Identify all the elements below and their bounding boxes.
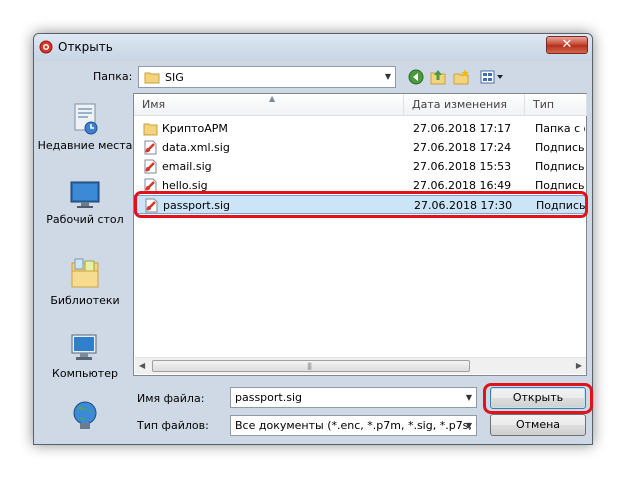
place-label: Недавние места xyxy=(37,139,133,152)
back-icon[interactable] xyxy=(408,69,424,85)
place-label: Компьютер xyxy=(52,367,118,380)
filename-input[interactable]: passport.sig ▼ xyxy=(230,387,477,408)
places-bar: Недавние места Рабочий стол Библиотеки К… xyxy=(37,94,133,442)
column-header-label: Имя xyxy=(142,98,166,111)
column-header-label: Тип xyxy=(533,98,555,111)
close-button[interactable]: ✕ xyxy=(546,36,588,54)
file-name: email.sig xyxy=(162,160,212,173)
network-icon xyxy=(73,401,97,429)
file-row[interactable]: data.xml.sig 27.06.2018 17:24 Подпись xyxy=(134,138,586,157)
column-header-date[interactable]: Дата изменения xyxy=(404,94,525,116)
new-folder-icon[interactable] xyxy=(453,69,469,85)
scroll-right-icon[interactable]: ▶ xyxy=(576,361,582,370)
horizontal-scrollbar[interactable]: ◀ ||| ▶ xyxy=(135,357,586,374)
signature-file-icon xyxy=(144,140,157,155)
file-row[interactable]: email.sig 27.06.2018 15:53 Подпись xyxy=(134,157,586,176)
folder-label: Папка: xyxy=(93,70,133,83)
folder-icon xyxy=(144,72,160,84)
place-libraries[interactable]: Библиотеки xyxy=(37,257,133,308)
sort-ascending-icon: ▲ xyxy=(269,94,276,103)
cancel-button[interactable]: Отмена xyxy=(490,414,586,436)
file-date: 27.06.2018 15:53 xyxy=(413,160,512,173)
place-computer[interactable]: Компьютер xyxy=(37,332,133,381)
libraries-icon xyxy=(71,258,99,288)
filename-label: Имя файла: xyxy=(137,392,205,405)
open-file-dialog: Открыть ✕ Папка: SIG ▼ Недавние места Ра… xyxy=(33,33,593,445)
folder-icon xyxy=(143,123,158,136)
computer-icon xyxy=(71,334,97,360)
place-label: Рабочий стол xyxy=(46,213,124,226)
desktop-icon xyxy=(70,181,100,208)
highlight-annotation xyxy=(134,191,588,218)
place-label: Библиотеки xyxy=(50,294,120,307)
place-desktop[interactable]: Рабочий стол xyxy=(37,180,133,227)
folder-select[interactable]: SIG ▼ xyxy=(138,66,396,88)
file-type: Папка с ф xyxy=(535,122,585,135)
signature-file-icon xyxy=(144,159,157,174)
file-name: КриптоАРМ xyxy=(162,122,228,135)
highlight-annotation xyxy=(483,383,593,414)
column-header-type[interactable]: Тип xyxy=(525,94,587,116)
file-name: data.xml.sig xyxy=(162,141,230,154)
title-bar[interactable]: Открыть ✕ xyxy=(34,34,592,61)
up-folder-icon[interactable] xyxy=(430,69,446,85)
file-type: Подпись xyxy=(535,141,585,154)
filename-value: passport.sig xyxy=(235,391,302,404)
file-date: 27.06.2018 17:24 xyxy=(413,141,512,154)
column-header-label: Дата изменения xyxy=(412,98,507,111)
file-list[interactable]: Имя ▲ Дата изменения Тип КриптоАРМ 27.06… xyxy=(133,93,587,376)
filetype-select[interactable]: Все документы (*.enc, *.p7m, *.sig, *.p7… xyxy=(230,415,477,436)
place-network[interactable] xyxy=(37,399,133,434)
file-row[interactable]: КриптоАРМ 27.06.2018 17:17 Папка с ф xyxy=(134,119,586,138)
recent-places-icon xyxy=(74,103,98,135)
app-icon xyxy=(39,40,53,54)
folder-value: SIG xyxy=(165,71,184,84)
chevron-down-icon: ▼ xyxy=(465,421,472,430)
grip-icon: ||| xyxy=(307,362,312,370)
window-title: Открыть xyxy=(58,40,113,54)
chevron-down-icon: ▼ xyxy=(384,72,391,81)
view-menu-icon[interactable] xyxy=(480,69,504,85)
scrollbar-thumb[interactable]: ||| xyxy=(152,360,470,372)
file-type: Подпись xyxy=(535,160,585,173)
file-date: 27.06.2018 17:17 xyxy=(413,122,512,135)
filetype-label: Тип файлов: xyxy=(137,419,209,432)
place-recent[interactable]: Недавние места xyxy=(37,102,133,153)
chevron-down-icon: ▼ xyxy=(465,393,472,402)
close-icon: ✕ xyxy=(561,37,573,52)
filetype-value: Все документы (*.enc, *.p7m, *.sig, *.p7… xyxy=(235,419,477,432)
scroll-left-icon[interactable]: ◀ xyxy=(139,361,145,370)
